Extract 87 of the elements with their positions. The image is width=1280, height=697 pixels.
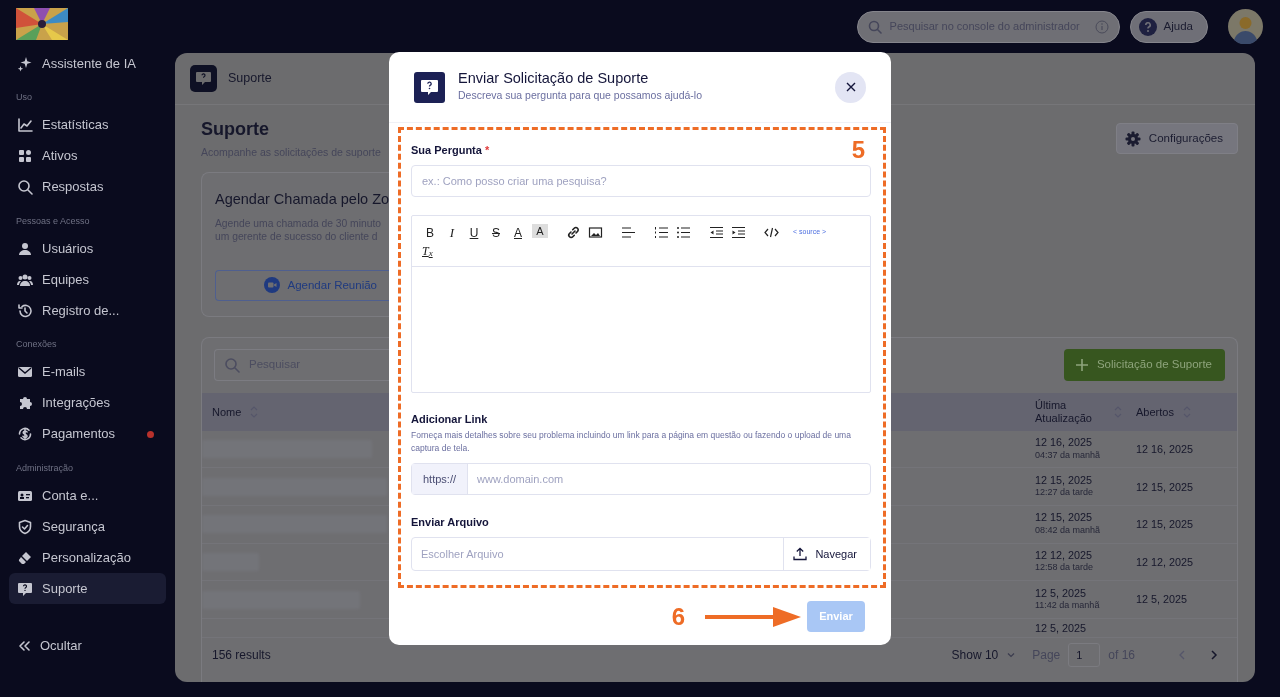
settings-icon [1124, 130, 1141, 147]
shield-icon [17, 518, 33, 535]
card-title: Agendar Chamada pelo Zo [215, 190, 389, 210]
time-text: 12:27 da tarde [1035, 486, 1095, 500]
section-heading: Administração [15, 461, 75, 475]
sidebar-item[interactable]: Usuários [9, 233, 166, 264]
time-text: 12:58 da tarde [1035, 561, 1095, 575]
close-icon[interactable] [845, 82, 856, 92]
puzzle-icon [17, 395, 33, 411]
support-icon [414, 71, 445, 103]
sidebar-item[interactable]: Conta e... [9, 480, 166, 511]
chart-icon [17, 117, 33, 133]
time-text: 08:42 da manhã [1035, 523, 1102, 537]
sidebar-item[interactable]: Registro de... [9, 295, 166, 326]
annotation-number: 5 [851, 138, 865, 162]
sidebar-item[interactable]: Personalização [9, 542, 166, 573]
user-icon [17, 240, 33, 257]
page-title: Suporte [201, 119, 270, 141]
date-text: 12 15, 2025 [1035, 511, 1094, 524]
time-text: 04:37 da manhã [1035, 448, 1102, 462]
section-heading: Uso [15, 91, 33, 104]
toolbar-button[interactable]: B [422, 224, 438, 242]
sidebar-item[interactable]: E-mails [9, 356, 166, 388]
field-label: Sua Pergunta * [411, 144, 490, 158]
annotation-number: 6 [671, 604, 685, 629]
sidebar-item[interactable]: Respostas [9, 171, 166, 203]
collapse-button[interactable]: Ocultar [9, 630, 166, 661]
section-heading: Pessoas e Acesso [15, 214, 91, 228]
time-text: 11:42 da manhã [1035, 599, 1101, 612]
chevrons-left-icon [17, 638, 31, 653]
date-text: 12 5, 2025 [1136, 593, 1189, 606]
support-icon [17, 580, 33, 597]
support-icon [190, 65, 217, 92]
dialog-subtitle: Descreva sua pergunta para que possamos ajudá-lo [458, 87, 702, 103]
date-text: 12 15, 2025 [1136, 480, 1195, 493]
date-text: 12 15, 2025 [1136, 518, 1195, 531]
sidebar-item[interactable]: Ativos [9, 140, 166, 172]
date-text: 12 16, 2025 [1136, 442, 1195, 456]
sidebar-item[interactable]: Equipes [9, 264, 166, 295]
breadcrumb-text: Suporte [228, 70, 272, 88]
date-text: 12 12, 2025 [1136, 555, 1195, 569]
toolbar-button[interactable]: T$_{x}$ [422, 242, 861, 260]
info-icon [1094, 19, 1109, 34]
sidebar-item[interactable]: Pagamentos [9, 418, 166, 450]
results-count: 156 results [212, 647, 271, 665]
image-icon [587, 225, 603, 241]
toolbar-button[interactable]: I [444, 224, 460, 242]
sidebar-item[interactable]: Estatísticas [9, 109, 166, 141]
history-icon [17, 302, 33, 319]
outdent-icon [708, 225, 724, 241]
field-label: Adicionar Link [411, 413, 489, 427]
toolbar-button[interactable]: U [466, 224, 482, 242]
url-field[interactable]: https:// www.domain.com [411, 462, 871, 495]
date-text: 12 12, 2025 [1035, 548, 1094, 562]
brush-icon [17, 549, 33, 566]
next-icon[interactable] [1209, 649, 1219, 662]
link-icon [565, 225, 581, 241]
date-text: 12 5, 2025 [1035, 586, 1088, 599]
search-icon [17, 179, 33, 195]
bullet-list-icon [675, 225, 691, 241]
avatar[interactable] [1228, 9, 1263, 44]
field-label: Enviar Arquivo [411, 515, 490, 530]
date-text: 12 5, 2025 [1035, 621, 1088, 635]
help-text: Forneça mais detalhes sobre seu problema incluindo um link para a página em questão ou fazendo o upload de uma captura de tela. [411, 429, 852, 455]
toolbar-button[interactable]: A [532, 224, 548, 239]
search-icon [867, 19, 882, 34]
align-icon [620, 225, 636, 241]
search-icon [224, 356, 240, 373]
settings-button[interactable]: Configurações [1115, 123, 1238, 154]
indent-icon [730, 225, 746, 241]
sidebar-item[interactable]: Integrações [9, 387, 166, 419]
date-text: 12 15, 2025 [1035, 473, 1094, 487]
date-text: 12 16, 2025 [1035, 436, 1094, 449]
sidebar-item[interactable]: Suporte [9, 573, 166, 604]
video-icon [264, 277, 281, 294]
dialog-title: Enviar Solicitação de Suporte [458, 70, 650, 88]
section-heading: Conexões [15, 338, 58, 351]
sidebar-item[interactable]: Segurança [9, 511, 166, 542]
plus-icon [1074, 357, 1089, 372]
question-icon [1138, 17, 1157, 36]
dollar-icon [17, 426, 33, 442]
sidebar-item[interactable]: Assistente de IA [9, 48, 166, 79]
numbered-list-icon [653, 225, 669, 241]
toolbar-button[interactable]: S [488, 224, 504, 242]
toolbar-button[interactable]: A [510, 224, 526, 242]
mail-icon [17, 364, 33, 380]
grid-icon [17, 148, 33, 164]
